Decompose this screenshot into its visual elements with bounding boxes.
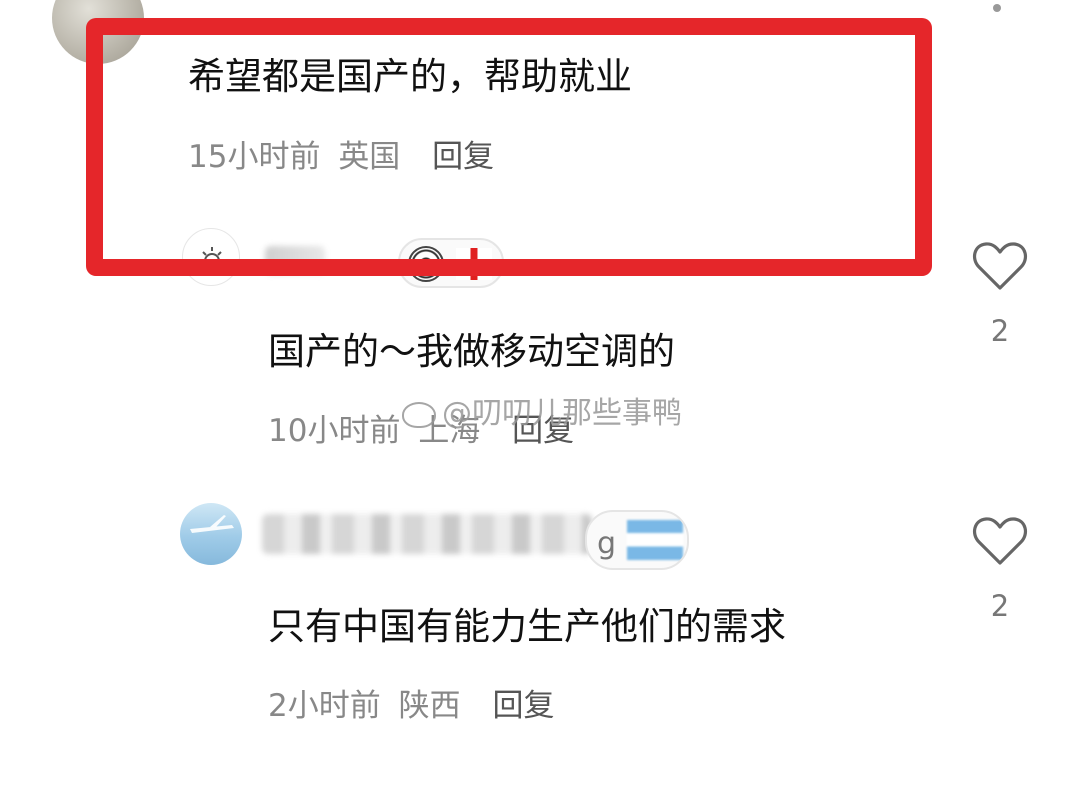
highlight-box — [86, 18, 932, 276]
comment-thread: 希望都是国产的，帮助就业 15小时前 英国 回复 2 国产的～我做移动空调的 1… — [0, 0, 1080, 810]
reply-button[interactable]: 回复 — [492, 688, 554, 724]
like-count: 2 — [990, 589, 1010, 623]
watermark: @叨叨儿那些事鸭 — [402, 388, 682, 432]
like-button[interactable]: 2 — [970, 515, 1030, 623]
heart-outline-icon — [972, 517, 1028, 565]
more-indicator — [993, 4, 1001, 12]
like-button[interactable]: 2 — [970, 240, 1030, 348]
comment-time: 10小时前 — [268, 413, 401, 449]
heart-outline-icon — [972, 242, 1028, 290]
comment-text: 国产的～我做移动空调的 — [268, 330, 675, 373]
comment-meta: 2小时前 陕西 回复 — [268, 686, 562, 726]
airplane-icon — [190, 515, 234, 533]
watermark-text: @叨叨儿那些事鸭 — [442, 396, 682, 431]
like-count: 2 — [990, 314, 1010, 348]
flag-icon — [627, 520, 683, 560]
weibo-icon — [402, 401, 436, 428]
badge-glyph-icon: g — [597, 526, 617, 561]
comment-location: 陕西 — [398, 688, 461, 724]
username-blurred[interactable] — [262, 514, 592, 554]
comment-text: 只有中国有能力生产他们的需求 — [268, 605, 786, 648]
comment-time: 2小时前 — [268, 688, 381, 724]
avatar[interactable] — [180, 503, 242, 565]
fan-badge: g — [585, 510, 689, 570]
